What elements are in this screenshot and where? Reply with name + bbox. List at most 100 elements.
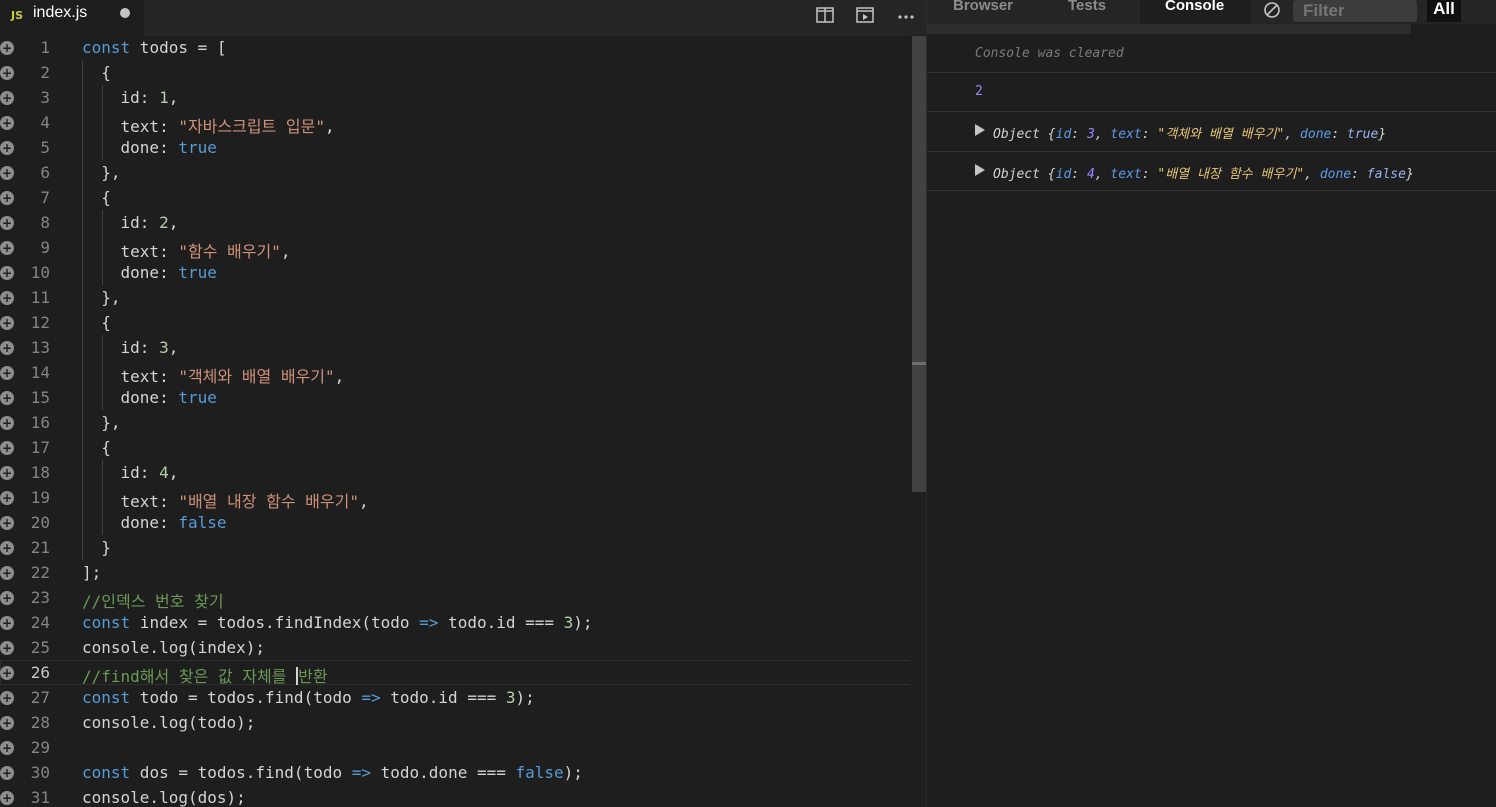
code-text[interactable]: text: "객체와 배열 배우기", [82, 363, 345, 387]
add-breakpoint-icon[interactable]: + [0, 791, 14, 805]
code-line[interactable]: +8 id: 2, [0, 210, 926, 235]
code-line[interactable]: +26 //find해서 찾은 값 자체를 반환 [0, 660, 926, 686]
code-line[interactable]: +11 }, [0, 285, 926, 310]
add-breakpoint-icon[interactable]: + [0, 316, 14, 330]
add-breakpoint-icon[interactable]: + [0, 366, 14, 380]
code-line[interactable]: +31 console.log(dos); [0, 785, 926, 807]
code-line[interactable]: +24 const index = todos.findIndex(todo =>… [0, 610, 926, 635]
add-breakpoint-icon[interactable]: + [0, 91, 14, 105]
add-breakpoint-icon[interactable]: + [0, 116, 14, 130]
code-text[interactable]: text: "함수 배우기", [82, 238, 291, 262]
code-text[interactable]: { [82, 188, 111, 207]
add-breakpoint-icon[interactable]: + [0, 466, 14, 480]
code-line[interactable]: +2 { [0, 60, 926, 85]
expand-triangle-icon[interactable] [975, 164, 985, 176]
tab-tests[interactable]: Tests [1068, 0, 1106, 14]
code-text[interactable]: id: 4, [82, 463, 179, 482]
code-text[interactable]: }, [82, 413, 120, 432]
code-line[interactable]: +3 id: 1, [0, 85, 926, 110]
code-text[interactable]: id: 2, [82, 213, 179, 232]
add-breakpoint-icon[interactable]: + [0, 441, 14, 455]
add-breakpoint-icon[interactable]: + [0, 166, 14, 180]
add-breakpoint-icon[interactable]: + [0, 566, 14, 580]
code-line[interactable]: +21 } [0, 535, 926, 560]
add-breakpoint-icon[interactable]: + [0, 616, 14, 630]
code-text[interactable]: console.log(dos); [82, 788, 246, 807]
add-breakpoint-icon[interactable]: + [0, 666, 14, 680]
code-text[interactable]: id: 1, [82, 88, 179, 107]
code-line[interactable]: +23 //인덱스 번호 찾기 [0, 585, 926, 612]
add-breakpoint-icon[interactable]: + [0, 416, 14, 430]
code-line[interactable]: +20 done: false [0, 510, 926, 535]
add-breakpoint-icon[interactable]: + [0, 716, 14, 730]
add-breakpoint-icon[interactable]: + [0, 141, 14, 155]
code-line[interactable]: +19 text: "배열 내장 함수 배우기", [0, 485, 926, 511]
code-line[interactable]: +29 [0, 735, 926, 760]
add-breakpoint-icon[interactable]: + [0, 491, 14, 505]
add-breakpoint-icon[interactable]: + [0, 216, 14, 230]
code-line[interactable]: +28 console.log(todo); [0, 710, 926, 735]
add-breakpoint-icon[interactable]: + [0, 691, 14, 705]
console-object-row[interactable]: Object {id: 4, text: "배열 내장 함수 배우기", don… [927, 152, 1496, 191]
unsaved-dot-icon[interactable] [120, 8, 130, 18]
code-line[interactable]: +25 console.log(index); [0, 635, 926, 660]
code-editor[interactable]: JS index.js +1 const todos = [+2 {+3 id: … [0, 0, 926, 807]
code-line[interactable]: +10 done: true [0, 260, 926, 285]
add-breakpoint-icon[interactable]: + [0, 516, 14, 530]
code-line[interactable]: +30 const dos = todos.find(todo => todo.d… [0, 760, 926, 785]
code-line[interactable]: +18 id: 4, [0, 460, 926, 485]
add-breakpoint-icon[interactable]: + [0, 541, 14, 555]
add-breakpoint-icon[interactable]: + [0, 191, 14, 205]
code-line[interactable]: +6 }, [0, 160, 926, 185]
code-text[interactable]: { [82, 313, 111, 332]
add-breakpoint-icon[interactable]: + [0, 241, 14, 255]
split-editor-icon[interactable] [815, 5, 835, 25]
log-level-all-button[interactable]: All [1427, 0, 1461, 22]
expand-triangle-icon[interactable] [975, 124, 985, 136]
code-line[interactable]: +12 { [0, 310, 926, 335]
add-breakpoint-icon[interactable]: + [0, 391, 14, 405]
code-line[interactable]: +4 text: "자바스크립트 입문", [0, 110, 926, 137]
code-text[interactable]: text: "자바스크립트 입문", [82, 113, 335, 137]
tab-console[interactable]: Console [1165, 0, 1224, 14]
code-text[interactable]: console.log(todo); [82, 713, 255, 732]
add-breakpoint-icon[interactable]: + [0, 66, 14, 80]
code-line[interactable]: +13 id: 3, [0, 335, 926, 360]
code-text[interactable]: //인덱스 번호 찾기 [82, 588, 224, 612]
editor-scrollbar-thumb[interactable] [912, 36, 926, 492]
code-line[interactable]: +17 { [0, 435, 926, 460]
tab-browser[interactable]: Browser [953, 0, 1013, 14]
code-line[interactable]: +5 done: true [0, 135, 926, 160]
code-text[interactable]: done: true [82, 263, 217, 282]
code-line[interactable]: +16 }, [0, 410, 926, 435]
code-text[interactable]: } [82, 538, 111, 557]
console-object-row[interactable]: Object {id: 3, text: "객체와 배열 배우기", done:… [927, 112, 1496, 152]
code-line[interactable]: +1 const todos = [ [0, 35, 926, 60]
add-breakpoint-icon[interactable]: + [0, 766, 14, 780]
code-text[interactable]: done: true [82, 388, 217, 407]
code-text[interactable]: const index = todos.findIndex(todo => to… [82, 613, 593, 632]
code-line[interactable]: +15 done: true [0, 385, 926, 410]
code-text[interactable]: const todos = [ [82, 38, 227, 57]
add-breakpoint-icon[interactable]: + [0, 266, 14, 280]
code-line[interactable]: +9 text: "함수 배우기", [0, 235, 926, 262]
code-text[interactable]: ]; [82, 563, 101, 582]
code-text[interactable]: const dos = todos.find(todo => todo.done… [82, 763, 583, 782]
code-line[interactable]: +7 { [0, 185, 926, 210]
tab-index-js[interactable]: JS index.js [0, 0, 144, 36]
code-text[interactable]: console.log(index); [82, 638, 265, 657]
more-actions-icon[interactable] [896, 5, 916, 25]
add-breakpoint-icon[interactable]: + [0, 741, 14, 755]
code-text[interactable]: }, [82, 163, 120, 182]
code-text[interactable]: { [82, 63, 111, 82]
console-filter-input[interactable] [1293, 0, 1417, 22]
code-line[interactable]: +22]; [0, 560, 926, 585]
code-line[interactable]: +27 const todo = todos.find(todo => todo.… [0, 685, 926, 710]
code-line[interactable]: +14 text: "객체와 배열 배우기", [0, 360, 926, 387]
code-text[interactable]: }, [82, 288, 120, 307]
code-text[interactable]: done: false [82, 513, 227, 532]
panel-horizontal-scrollbar[interactable] [927, 24, 1411, 34]
code-text[interactable]: done: true [82, 138, 217, 157]
code-text[interactable]: const todo = todos.find(todo => todo.id … [82, 688, 535, 707]
open-preview-icon[interactable] [855, 5, 875, 25]
